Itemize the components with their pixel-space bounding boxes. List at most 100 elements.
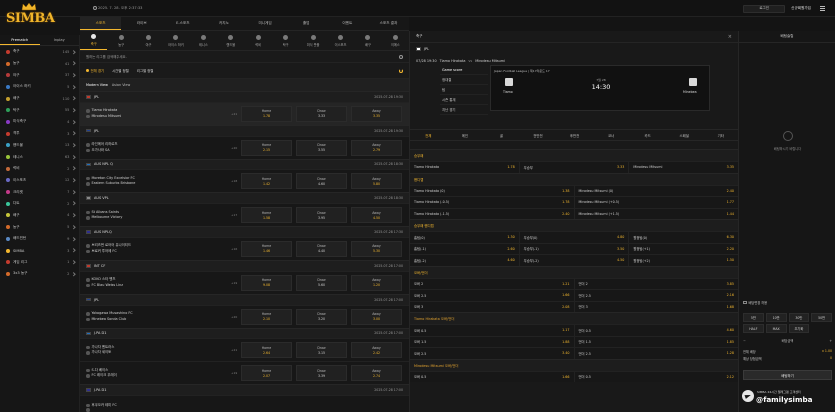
modern-view-button[interactable]: Modern View — [86, 83, 108, 87]
detail-menu-item[interactable]: Game score — [440, 65, 488, 75]
sport-tab[interactable]: 테니스 — [190, 31, 217, 50]
sidebar-item[interactable]: 이스포츠 12 — [0, 175, 79, 187]
more-markets-count[interactable]: +17 — [231, 213, 241, 217]
market-title[interactable]: 승무패 핸디캡 — [410, 219, 739, 231]
close-icon[interactable]: × — [728, 34, 732, 40]
more-markets-count[interactable]: +21 — [231, 112, 241, 116]
detail-menu-item[interactable]: 지난 경기 — [440, 105, 488, 115]
odds-button[interactable]: Draw 5.60 — [296, 274, 347, 291]
odds-button[interactable]: Draw 3.55 — [296, 139, 347, 156]
more-markets-count[interactable]: +20 — [231, 146, 241, 150]
match-row[interactable]: 후쿠오카 테미 FC — [80, 395, 409, 412]
market-odds-cell[interactable]: 원정팀(+1) 2.20 — [629, 243, 740, 254]
odds-button[interactable]: Away 4.50 — [351, 207, 402, 224]
sidebar-item[interactable]: 다트 2 — [0, 198, 79, 210]
menu-icon[interactable] — [817, 5, 827, 13]
odds-button[interactable]: Draw 4.60 — [296, 173, 347, 190]
market-odds-cell[interactable]: 언더 0.5 4.60 — [574, 325, 739, 336]
odds-button[interactable]: Draw 4.40 — [296, 240, 347, 257]
sidebar-item[interactable]: 배구 110 — [0, 93, 79, 105]
odds-button[interactable]: Away 5.30 — [351, 240, 402, 257]
market-odds-cell[interactable]: 오버 2.5 1.66 — [410, 290, 575, 301]
filter-league[interactable]: 리그별 정렬 — [137, 68, 154, 73]
minus-icon[interactable]: − — [743, 339, 746, 343]
tab-inplay[interactable]: Inplay — [40, 35, 80, 45]
amount-button[interactable]: 5만 — [743, 313, 764, 322]
odds-button[interactable]: Draw 3.33 — [296, 105, 347, 122]
login-button[interactable]: 로그인 — [743, 4, 786, 13]
sidebar-item[interactable]: 핸드볼 13 — [0, 140, 79, 152]
odds-button[interactable]: Home 1.42 — [241, 173, 292, 190]
odds-button[interactable]: Away 1.20 — [351, 274, 402, 291]
league-header[interactable]: JPL 2025-07-28 17:00 — [80, 293, 409, 305]
market-odds-cell[interactable]: 언더 0.5 2.12 — [574, 371, 739, 382]
match-row[interactable]: Tiamo Hirakata Mirodesu Mitsumi +21 Home 1.7… — [80, 101, 409, 125]
market-tab[interactable]: 카드 — [629, 130, 666, 140]
more-markets-count[interactable]: +19 — [231, 281, 241, 285]
sidebar-item[interactable]: 배드민턴 9 — [0, 233, 79, 245]
market-odds-cell[interactable]: Mirodesu Mitsumi (+0.5) 1.77 — [574, 197, 739, 208]
market-odds-cell[interactable]: 언더 2 3.85 — [574, 278, 739, 289]
odds-button[interactable]: Home 1.58 — [241, 207, 292, 224]
match-row[interactable]: 가나자 멘트러스 가나자 세이토 +21 Home 2.64 Draw 3.15 Away 2.… — [80, 338, 409, 362]
sidebar-item[interactable]: 아이스 하키 5 — [0, 81, 79, 93]
sidebar-item[interactable]: 테니스 63 — [0, 151, 79, 163]
market-odds-cell[interactable]: 무승부(-2) 4.50 — [519, 255, 630, 266]
odds-button[interactable]: Home 1.78 — [241, 105, 292, 122]
sport-tab[interactable]: 이에스 — [382, 31, 409, 50]
filter-all[interactable]: 전체 경기 — [86, 68, 104, 73]
sport-tab[interactable]: 럭비 — [245, 31, 272, 50]
odds-button[interactable]: Away 2.74 — [351, 365, 402, 382]
sidebar-item[interactable]: 농구 41 — [0, 58, 79, 70]
market-odds-cell[interactable]: Tiamo Hirakata 1.78 — [410, 162, 520, 173]
more-markets-count[interactable]: +19 — [231, 371, 241, 375]
market-odds-cell[interactable]: Tiamo Hirakata (-1.5) 2.40 — [410, 208, 575, 219]
sidebar-item[interactable]: 탁구 55 — [0, 104, 79, 116]
league-header[interactable]: JPL 2025-07-28 19:30 — [80, 124, 409, 136]
market-odds-cell[interactable]: 오버 0.5 1.17 — [410, 325, 575, 336]
market-odds-cell[interactable]: 홈팀(-2) 4.60 — [410, 255, 520, 266]
odds-button[interactable]: Away 2.42 — [351, 342, 402, 359]
market-odds-cell[interactable]: 홈팀(-1) 2.60 — [410, 243, 520, 254]
odds-button[interactable]: Home 2.07 — [241, 365, 292, 382]
more-markets-count[interactable]: +21 — [231, 348, 241, 352]
nav-tab[interactable]: E-스포츠 — [162, 17, 203, 30]
odds-button[interactable]: Away 3.35 — [351, 105, 402, 122]
place-bet-button[interactable]: 배팅하기 — [743, 370, 832, 380]
nav-tab[interactable]: 카지노 — [203, 17, 244, 30]
market-odds-cell[interactable]: 무승부(0) 4.80 — [519, 232, 630, 243]
match-row[interactable]: Yokogawa Musashino FC Minebea Sonda Club +… — [80, 304, 409, 328]
market-title[interactable]: 오버/언더 — [410, 265, 739, 278]
market-odds-cell[interactable]: 오버 2 1.21 — [410, 278, 575, 289]
league-header[interactable]: AUS NPLQ 2025-07-28 17:30 — [80, 226, 409, 237]
amount-button[interactable]: 10만 — [765, 313, 787, 322]
sidebar-item[interactable]: 게임 리그 1 — [0, 256, 79, 268]
plus-icon[interactable]: + — [829, 339, 832, 343]
market-odds-cell[interactable]: 홈팀(0) 1.30 — [410, 232, 520, 243]
market-odds-cell[interactable]: 언더 1.5 1.85 — [574, 336, 739, 347]
odds-button[interactable]: Draw 3.39 — [296, 365, 347, 382]
odds-button[interactable]: Away 3.00 — [351, 308, 402, 325]
market-odds-cell[interactable]: 원정팀(+2) 1.50 — [629, 255, 740, 266]
sidebar-item[interactable]: 럭비 2 — [0, 163, 79, 175]
odds-button[interactable]: Away 2.79 — [351, 139, 402, 156]
odds-button[interactable]: Home 2.64 — [241, 342, 292, 359]
market-title[interactable]: Tiamo Hirakata 오버/언더 — [410, 312, 739, 324]
detail-menu-item[interactable]: 시즌 통계 — [440, 95, 488, 105]
market-odds-cell[interactable]: Tiamo Hirakata (0) 1.38 — [410, 185, 575, 196]
market-odds-cell[interactable]: 언더 2.5 2.16 — [574, 290, 739, 301]
amount-button[interactable]: 50만 — [811, 313, 832, 322]
sport-tab[interactable]: 이스포츠 — [327, 31, 354, 50]
amount-button[interactable]: 30만 — [788, 313, 810, 322]
sidebar-item[interactable]: 농구 5 — [0, 221, 79, 233]
asian-view-button[interactable]: Asian View — [112, 83, 130, 87]
checkbox[interactable] — [743, 300, 747, 305]
odds-button[interactable]: Away 5.80 — [351, 173, 402, 190]
market-tab[interactable]: 메인 — [447, 130, 484, 140]
market-odds-cell[interactable]: 언더 2.5 1.28 — [574, 348, 739, 359]
match-row[interactable]: 브리즈번 로어어 유나이티드 브로커 투어에 FC +16 Home 1.46 Draw 4… — [80, 236, 409, 260]
sidebar-item[interactable]: SIMBA 3 — [0, 245, 79, 257]
match-row[interactable]: St Albans Saints Melbourne Victory +17 Home… — [80, 203, 409, 227]
market-tab[interactable]: 골 — [483, 130, 520, 140]
market-odds-cell[interactable]: Tiamo Hirakata (-0.5) 1.78 — [410, 197, 575, 208]
